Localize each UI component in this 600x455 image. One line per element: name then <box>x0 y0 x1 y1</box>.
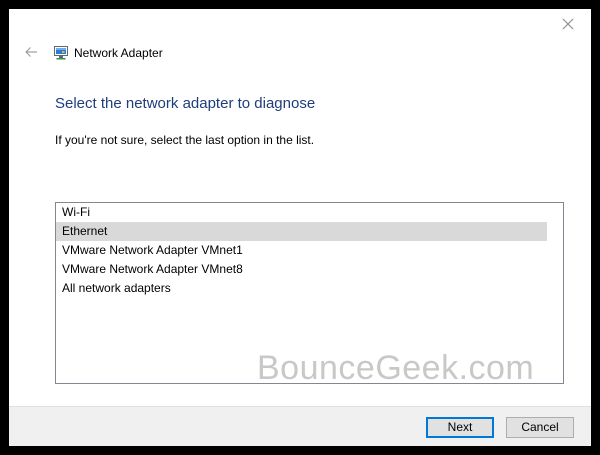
adapter-item-ethernet[interactable]: Ethernet <box>56 222 547 241</box>
page-heading: Select the network adapter to diagnose <box>55 95 316 112</box>
instruction-text: If you're not sure, select the last opti… <box>55 133 315 147</box>
close-icon <box>562 18 574 30</box>
adapter-item-vmnet8[interactable]: VMware Network Adapter VMnet8 <box>56 260 563 279</box>
back-button[interactable] <box>21 42 41 62</box>
cancel-button[interactable]: Cancel <box>506 417 574 438</box>
next-button[interactable]: Next <box>426 417 494 438</box>
adapter-item-wifi[interactable]: Wi-Fi <box>56 203 563 222</box>
adapter-item-vmnet1[interactable]: VMware Network Adapter VMnet1 <box>56 241 563 260</box>
dialog-footer: Next Cancel <box>9 406 591 446</box>
close-button[interactable] <box>557 13 579 35</box>
dialog-window: Network Adapter Select the network adapt… <box>9 9 591 446</box>
app-title: Network Adapter <box>74 46 163 60</box>
watermark-text: BounceGeek.com <box>257 349 535 387</box>
adapter-item-all[interactable]: All network adapters <box>56 279 563 298</box>
back-arrow-icon <box>25 47 37 57</box>
network-adapter-icon <box>54 46 68 60</box>
